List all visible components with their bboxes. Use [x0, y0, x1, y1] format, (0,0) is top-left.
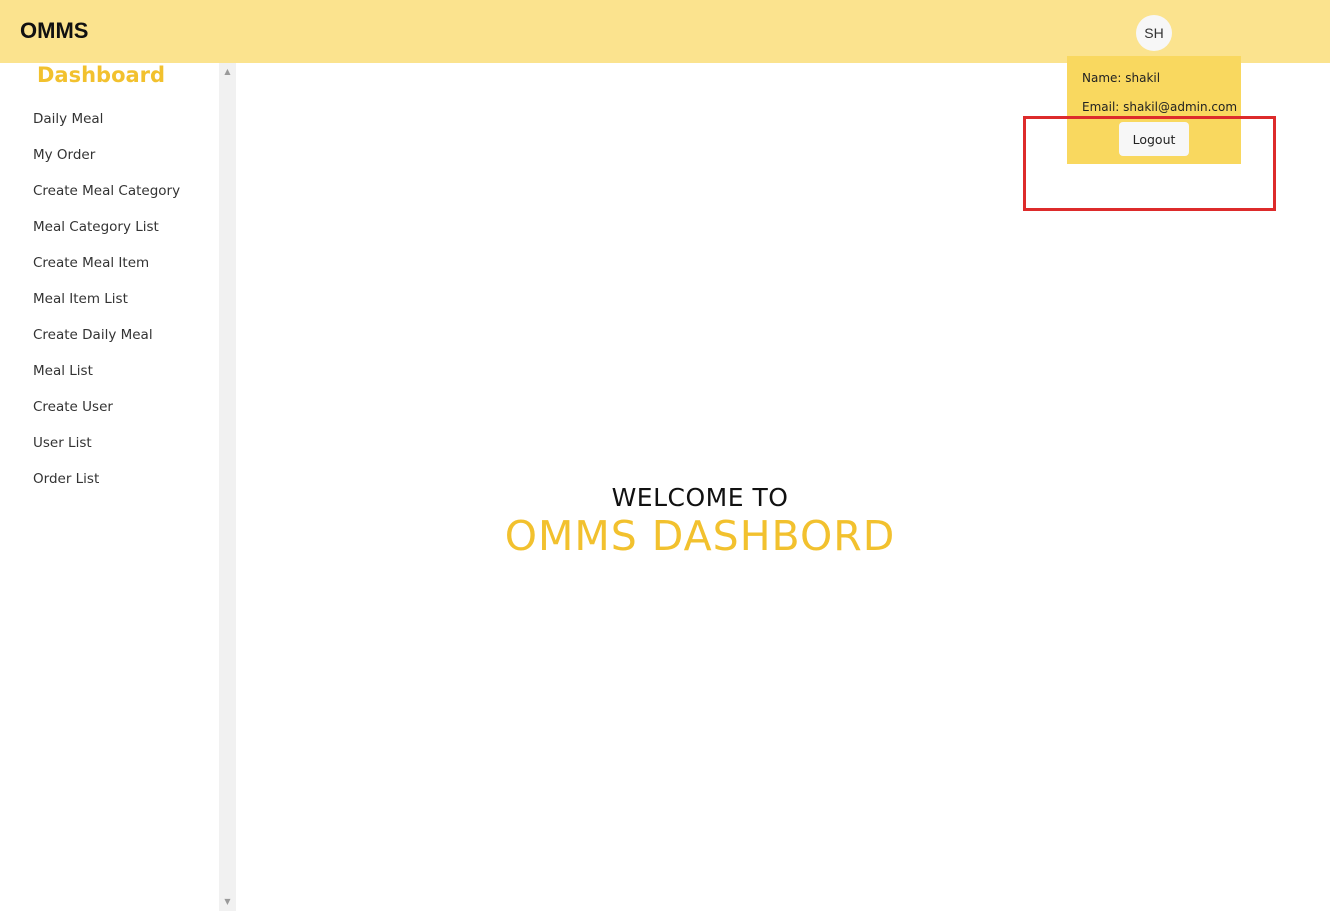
sidebar-menu: Daily Meal My Order Create Meal Category… [33, 110, 180, 506]
sidebar-item-meal-list[interactable]: Meal List [33, 362, 180, 398]
sidebar-item-order-list[interactable]: Order List [33, 470, 180, 506]
sidebar-item-meal-category-list[interactable]: Meal Category List [33, 218, 180, 254]
sidebar-title: Dashboard [37, 63, 166, 87]
highlight-box [1023, 116, 1276, 211]
dashboard-heading: OMMS DASHBORD [504, 512, 896, 560]
profile-name: Name: shakil [1082, 71, 1161, 85]
sidebar-item-create-daily-meal[interactable]: Create Daily Meal [33, 326, 180, 362]
top-bar: OMMS SH [0, 0, 1330, 63]
sidebar-item-create-meal-item[interactable]: Create Meal Item [33, 254, 180, 290]
user-avatar[interactable]: SH [1136, 15, 1172, 51]
sidebar-item-my-order[interactable]: My Order [33, 146, 180, 182]
sidebar-scrollbar[interactable]: ▲ ▼ [219, 63, 236, 911]
sidebar-item-daily-meal[interactable]: Daily Meal [33, 110, 180, 146]
sidebar-item-create-meal-category[interactable]: Create Meal Category [33, 182, 180, 218]
sidebar-item-create-user[interactable]: Create User [33, 398, 180, 434]
welcome-heading: WELCOME TO [611, 483, 789, 512]
sidebar-item-user-list[interactable]: User List [33, 434, 180, 470]
scroll-down-arrow-icon[interactable]: ▼ [219, 895, 236, 909]
scroll-up-arrow-icon[interactable]: ▲ [219, 65, 236, 79]
profile-email: Email: shakil@admin.com [1082, 100, 1238, 114]
sidebar-item-meal-item-list[interactable]: Meal Item List [33, 290, 180, 326]
brand-logo[interactable]: OMMS [20, 18, 88, 44]
